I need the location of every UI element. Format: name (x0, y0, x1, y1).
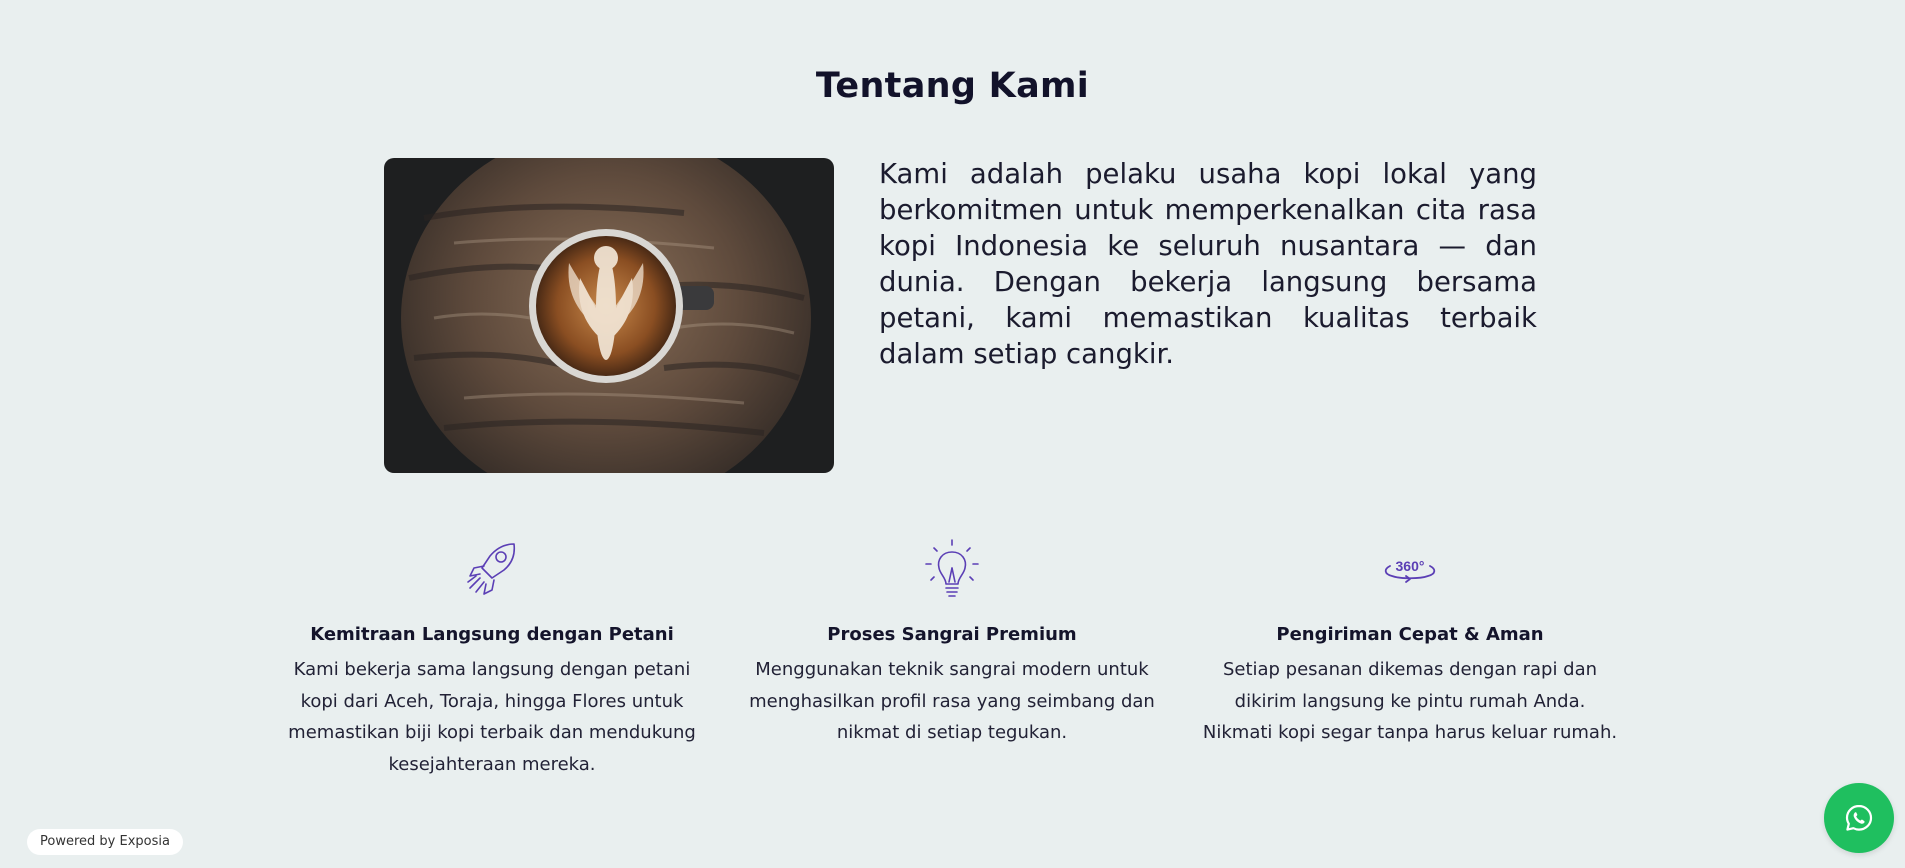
rotate-360-icon: 360° (1380, 538, 1440, 602)
coffee-latte-image (384, 158, 834, 473)
feature-premium-roasting: Proses Sangrai Premium Menggunakan tekni… (742, 538, 1162, 743)
feature-text: Setiap pesanan dikemas dengan rapi dan d… (1202, 659, 1618, 743)
feature-text: Kami bekerja sama langsung dengan petani… (288, 659, 696, 775)
rocket-icon (462, 538, 522, 602)
section-title: Tentang Kami (815, 66, 1090, 106)
svg-text:360°: 360° (1396, 558, 1425, 574)
whatsapp-icon (1844, 803, 1874, 833)
lightbulb-icon (922, 538, 982, 602)
feature-title: Proses Sangrai Premium (827, 624, 1077, 645)
feature-text: Menggunakan teknik sangrai modern untuk … (749, 659, 1155, 743)
feature-farmer-partnership: Kemitraan Langsung dengan Petani Kami be… (282, 538, 702, 775)
powered-by-badge[interactable]: Powered by Exposia (27, 829, 183, 855)
whatsapp-button[interactable] (1824, 783, 1894, 853)
feature-fast-shipping: 360° Pengiriman Cepat & Aman Setiap pesa… (1200, 538, 1620, 743)
feature-title: Pengiriman Cepat & Aman (1276, 624, 1544, 645)
about-description: Kami adalah pelaku usaha kopi lokal yang… (879, 158, 1537, 370)
feature-title: Kemitraan Langsung dengan Petani (310, 624, 674, 645)
